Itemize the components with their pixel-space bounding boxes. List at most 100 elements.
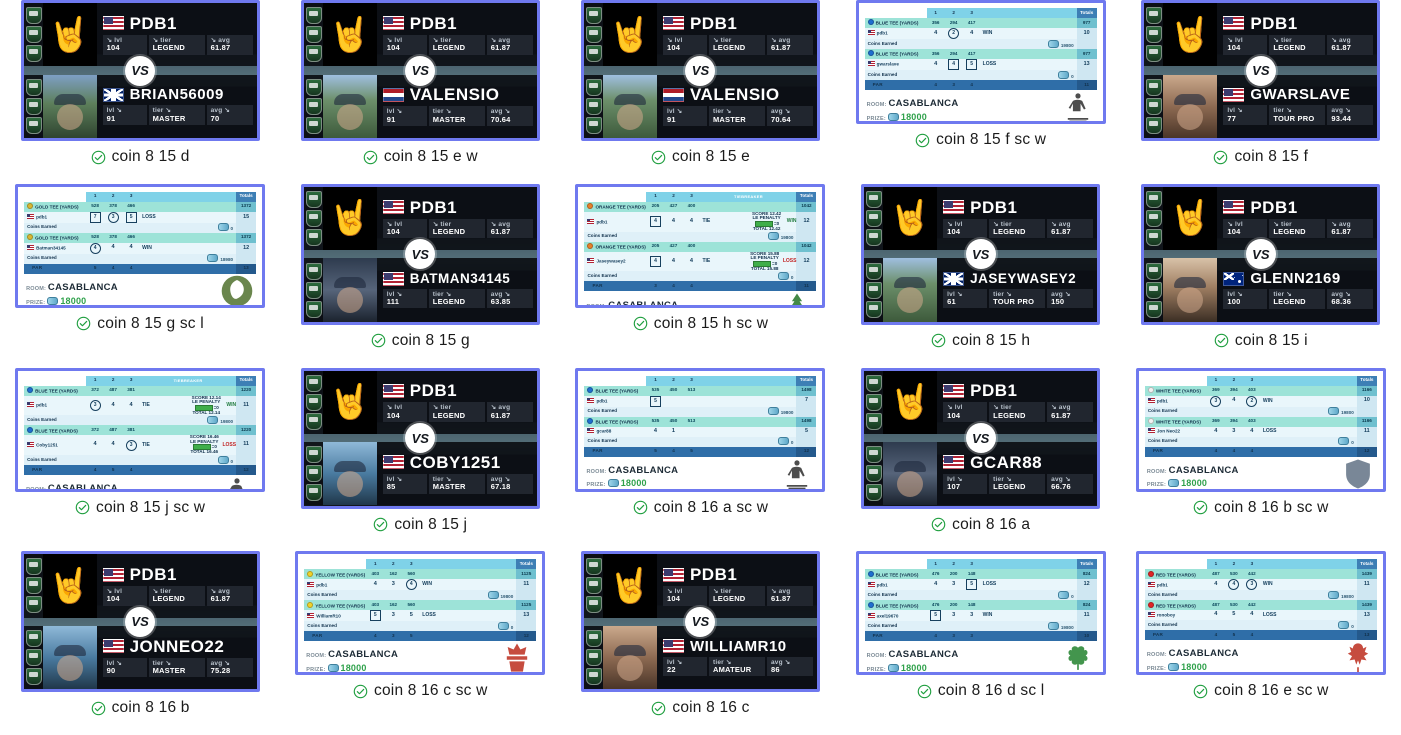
player-name[interactable]: pdb1	[36, 403, 47, 408]
flag-icon-nl	[662, 87, 684, 102]
vs-match-card[interactable]: 🤘 PDB1 ↘ lvl 104 ↘ tier LEGEND ↘ avg 61.87 VALEN…	[580, 0, 820, 141]
player-name[interactable]: Jaseywasey2	[596, 259, 625, 264]
scorecard-body: 1 2 3 Totals GOLD TEE (YARDS) 528 378 466 1372 pd…	[18, 186, 263, 305]
player-name-line: BATMAN34145	[382, 271, 533, 286]
coin-icon	[1328, 407, 1340, 416]
stat-value-tier: TOUR PRO	[1273, 113, 1315, 123]
player-name[interactable]: pdb1	[1157, 398, 1168, 404]
player-name[interactable]: pdb1	[877, 31, 888, 36]
player-name[interactable]: gwarslave	[877, 62, 899, 67]
vs-match-card[interactable]: 🤘 PDB1 ↘ lvl 104 ↘ tier LEGEND ↘ avg 61.87 VALEN…	[300, 0, 540, 141]
vs-match-card[interactable]: 🤘 PDB1 ↘ lvl 104 ↘ tier LEGEND ↘ avg 61.87 COBY1…	[300, 367, 540, 509]
thumbnail-caption: coin 8 15 g	[371, 332, 470, 350]
tee-name: YELLOW TEE (YARDS)	[315, 572, 366, 578]
stat-tier: ↘ tier LEGEND	[708, 34, 765, 55]
total-header: Totals	[796, 375, 817, 386]
player-name[interactable]: WilliamR10	[316, 613, 340, 618]
par-total: 11	[796, 281, 817, 292]
scorecard-card[interactable]: 1 2 3 Totals BLUE TEE (YARDS) 535 450 513 1498 pd…	[575, 367, 826, 492]
stat-value-tier: LEGEND	[1273, 226, 1306, 236]
trophy-badge-icon	[25, 7, 42, 25]
header-spacer	[584, 375, 647, 386]
tee-row: BLUE TEE (YARDS) 476 200 148 824	[864, 569, 1097, 580]
yardage-2: 487	[104, 385, 123, 396]
scorecard-footer: ROOM: CASABLANCAPRIZE: 18000	[865, 90, 1097, 121]
player-label: pdb1	[864, 28, 927, 39]
hole-score-3: 3	[1242, 579, 1261, 591]
player-name[interactable]: Coby1251	[36, 443, 58, 448]
check-circle-icon	[931, 517, 946, 532]
scorecard-card[interactable]: 1 2 3 Totals BLUE TEE (YARDS) 476 200 148 824 pdb…	[855, 551, 1106, 676]
scorecard-card[interactable]: 1 2 3 TIEBREAKER Totals BLUE TEE (YARDS) 372 48…	[15, 367, 266, 492]
stat-lvl: ↘ lvl 104	[102, 34, 147, 55]
vs-match-card[interactable]: 🤘 PDB1 ↘ lvl 104 ↘ tier LEGEND ↘ avg 61.87 JASEY…	[861, 183, 1101, 325]
hole-score-1: 4	[86, 435, 105, 456]
coin-icon	[487, 590, 499, 599]
scorecard-footer: ROOM: CASABLANCAPRIZE: 18000	[865, 641, 1097, 672]
scorecard-card[interactable]: 1 2 3 Totals BLUE TEE (YARDS) 356 294 417 977 pdb…	[855, 0, 1106, 124]
stat-tier: ↘ tier LEGEND	[1269, 34, 1326, 55]
player-name[interactable]: pdb1	[877, 582, 888, 587]
player-name[interactable]: axel19670	[877, 613, 899, 618]
coin-icon	[767, 232, 779, 241]
tee-name: GOLD TEE (YARDS)	[35, 235, 79, 241]
course-logo-golfer-statue	[780, 457, 814, 489]
prize-amount: 18000	[620, 478, 647, 489]
player-name[interactable]: pdb1	[316, 582, 327, 587]
flag-icon-us	[27, 442, 35, 448]
player-score-row: pdb1 7 3 5 LOSS 15	[24, 211, 257, 223]
player-name[interactable]: Jon Neo22	[1157, 429, 1180, 434]
tiebreaker-detail	[1308, 579, 1357, 591]
stat-value-avg: 70.64	[770, 114, 791, 124]
player-avatar: 🤘	[322, 3, 377, 67]
thumbnail-caption: coin 8 15 h sc w	[633, 315, 768, 333]
vs-match-card[interactable]: 🤘 PDB1 ↘ lvl 104 ↘ tier LEGEND ↘ avg 61.87 BRIAN…	[20, 0, 260, 141]
coins-label: Coins Earned	[864, 590, 927, 601]
scorecard-card[interactable]: 1 2 3 Totals YELLOW TEE (YARDS) 403 162 560 1125…	[295, 551, 546, 676]
stat-lvl: ↘ lvl 104	[943, 402, 988, 423]
player-avatar: 🤘	[883, 186, 938, 251]
tiebreaker-detail	[1308, 426, 1357, 437]
trophy-badge-icon	[585, 668, 602, 685]
scorecard-card[interactable]: 1 2 3 Totals WHITE TEE (YARDS) 369 394 403 1166 p…	[1135, 367, 1386, 492]
player-name[interactable]: pdb1	[596, 219, 607, 224]
tee-label: BLUE TEE (YARDS)	[24, 385, 87, 396]
stat-lvl: lvl ↘ 85	[382, 473, 427, 494]
yardage-2: 200	[944, 600, 963, 611]
scorecard-card[interactable]: 1 2 3 TIEBREAKER Totals ORANGE TEE (YARDS) 205…	[575, 183, 826, 308]
caption-text: coin 8 16 c sc w	[374, 682, 488, 700]
player-name[interactable]: Batman34145	[36, 246, 66, 251]
player-stats: ↘ lvl 104 ↘ tier LEGEND ↘ avg 61.87	[943, 402, 1094, 423]
vs-match-card[interactable]: 🤘 PDB1 ↘ lvl 104 ↘ tier LEGEND ↘ avg 61.87 GLENN…	[1141, 183, 1381, 325]
par-label: PAR	[304, 631, 367, 642]
coins-amount: 19800	[1341, 410, 1354, 416]
trophy-badge-icon	[866, 412, 883, 430]
hole-score-3: 5	[122, 211, 141, 223]
scorecard-card[interactable]: 1 2 3 Totals GOLD TEE (YARDS) 528 378 466 1372 pd…	[15, 183, 266, 308]
tee-row: ORANGE TEE (YARDS) 205 427 400 1042	[584, 201, 817, 212]
grid-cell: 1 2 3 Totals BLUE TEE (YARDS) 535 450 513 1498 pd…	[560, 367, 840, 552]
tiebreaker-header	[1260, 559, 1357, 570]
total-header: Totals	[236, 191, 257, 202]
stat-lvl: ↘ lvl 104	[662, 586, 707, 606]
player-name[interactable]: pdb1	[1157, 582, 1168, 587]
yardage-1: 403	[366, 569, 385, 580]
player-label: pdb1	[304, 579, 367, 591]
vs-match-card[interactable]: 🤘 PDB1 ↘ lvl 104 ↘ tier LEGEND ↘ avg 61.87 GCAR8…	[861, 367, 1101, 509]
vs-match-card[interactable]: 🤘 PDB1 ↘ lvl 104 ↘ tier LEGEND ↘ avg 61.87 JONNE…	[20, 551, 260, 693]
vs-match-card[interactable]: 🤘 PDB1 ↘ lvl 104 ↘ tier LEGEND ↘ avg 61.87 WILLI…	[580, 551, 820, 693]
hole-score-1: 4	[366, 579, 385, 591]
player-name[interactable]: gcar88	[596, 429, 611, 434]
player-badges	[1144, 75, 1163, 138]
tiebreaker-detail: SCORE 15.88 LE PENALTY =0 TOTAL 15.88 LOSS	[748, 250, 797, 272]
player-name[interactable]: pdb1	[36, 215, 47, 220]
tee-spacer	[420, 569, 517, 580]
player-name: BRIAN56009	[129, 86, 224, 104]
scorecard-card[interactable]: 1 2 3 Totals RED TEE (YARDS) 487 530 442 1439 pdb…	[1135, 551, 1386, 676]
player-name[interactable]: pdb1	[596, 398, 607, 404]
player-name[interactable]: ronoboy	[1157, 613, 1175, 618]
vs-match-card[interactable]: 🤘 PDB1 ↘ lvl 104 ↘ tier LEGEND ↘ avg 61.87 BATMA…	[300, 183, 540, 325]
vs-match-card[interactable]: 🤘 PDB1 ↘ lvl 104 ↘ tier LEGEND ↘ avg 61.87 GWARS…	[1141, 0, 1381, 141]
scorecard-footer: ROOM: CASABLANCAPRIZE: 18000	[1145, 640, 1377, 673]
tee-row: BLUE TEE (YARDS) 356 294 417 977	[864, 18, 1097, 28]
